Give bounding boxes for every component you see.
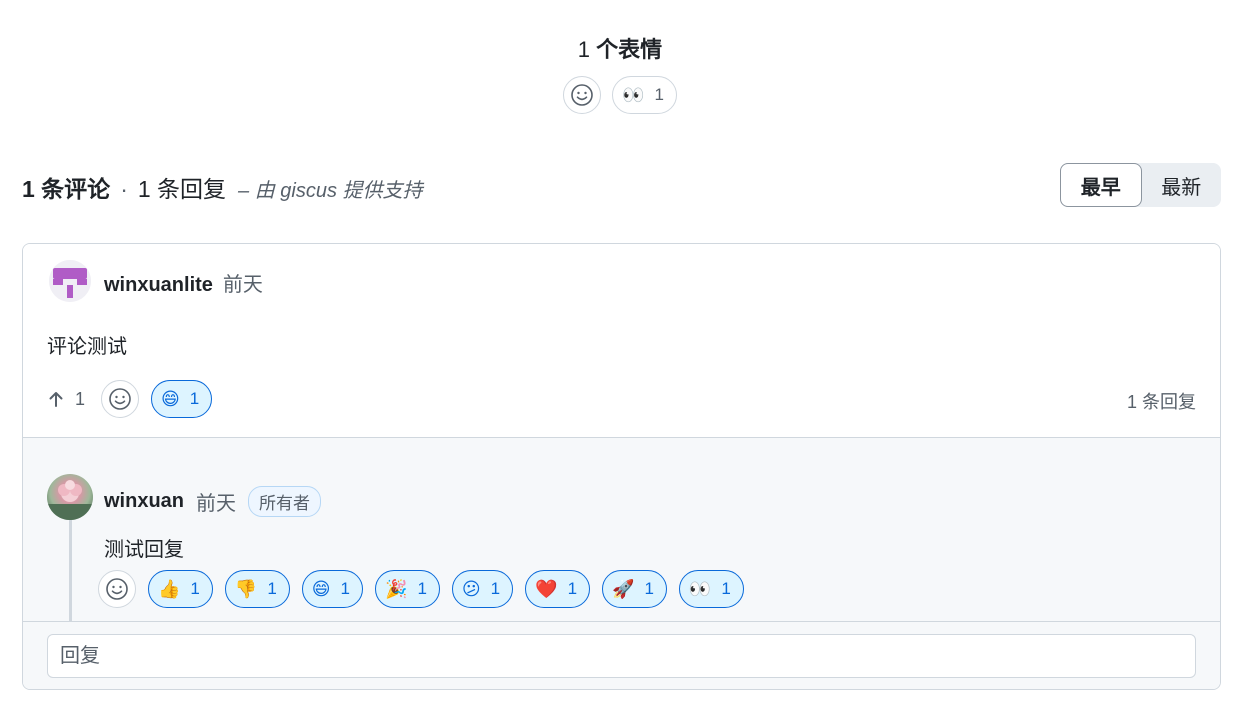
grin-icon: 😄 xyxy=(311,579,331,599)
comment-time[interactable]: 前天 xyxy=(223,274,263,296)
reaction-confused-button[interactable]: 😕 1 xyxy=(451,570,514,608)
comment-author-row: winxuanlite 前天 xyxy=(104,268,263,297)
sort-oldest-button[interactable]: 最早 xyxy=(1060,163,1142,207)
smiley-icon xyxy=(109,388,131,410)
reply-count-link[interactable]: 1 条回复 xyxy=(1127,388,1196,414)
reaction-grin-button[interactable]: 😄 1 xyxy=(151,380,213,418)
arrow-up-icon xyxy=(49,392,63,407)
reactions-count: 1 xyxy=(577,37,591,62)
reactions-header: 1 个表情 xyxy=(0,32,1240,64)
eyes-icon: 👀 xyxy=(688,579,712,599)
separator-dot: · xyxy=(120,176,128,202)
avatar[interactable] xyxy=(49,260,91,302)
reply-section: winxuan 前天 所有者 测试回复 👍 1 👎 1 😄 1 🎉 1 😕 1 ❤️ 1 🚀… xyxy=(23,437,1220,622)
reaction-count: 1 xyxy=(490,579,501,598)
reply-box xyxy=(23,621,1220,689)
author-name[interactable]: winxuan xyxy=(104,490,184,513)
add-reaction-button[interactable] xyxy=(98,570,136,608)
smiley-icon xyxy=(106,578,128,600)
reaction-count: 1 xyxy=(340,579,351,598)
reply-count-total: 1 条回复 xyxy=(137,176,227,202)
thread-line xyxy=(69,510,72,622)
add-reaction-button[interactable] xyxy=(101,380,140,418)
thumbs-down-icon: 👎 xyxy=(234,579,258,599)
reply-input[interactable] xyxy=(47,634,1196,678)
confused-icon: 😕 xyxy=(461,579,481,599)
reaction-count: 1 xyxy=(190,579,200,598)
reply-reaction-bar: 👍 1 👎 1 😄 1 🎉 1 😕 1 ❤️ 1 🚀 1 👀 1 xyxy=(98,570,744,608)
sort-newest-button[interactable]: 最新 xyxy=(1142,163,1222,207)
author-name[interactable]: winxuanlite xyxy=(104,274,213,296)
reaction-count: 1 xyxy=(267,579,277,598)
heart-icon: ❤️ xyxy=(535,579,558,599)
reaction-count: 1 xyxy=(721,579,731,598)
reply-author-row: winxuan 前天 所有者 xyxy=(104,486,322,517)
reaction-eyes-button[interactable]: 👀 1 xyxy=(612,76,677,114)
identicon-icon xyxy=(49,260,91,302)
reaction-rocket-button[interactable]: 🚀 1 xyxy=(602,570,667,608)
party-popper-icon: 🎉 xyxy=(385,579,408,599)
reaction-count: 1 xyxy=(644,579,654,598)
upvote-button[interactable]: 1 xyxy=(47,389,85,410)
sort-toggle: 最早 最新 xyxy=(1060,163,1221,207)
reaction-grin-button[interactable]: 😄 1 xyxy=(301,570,364,608)
top-reaction-bar: 👀 1 xyxy=(0,76,1240,114)
comment-body: 评论测试 xyxy=(47,336,127,358)
eyes-icon: 👀 xyxy=(622,85,645,105)
rocket-icon: 🚀 xyxy=(612,579,635,599)
thumbs-up-icon: 👍 xyxy=(158,579,181,599)
reaction-heart-button[interactable]: ❤️ 1 xyxy=(525,570,591,608)
smiley-icon xyxy=(571,84,593,106)
reaction-party-button[interactable]: 🎉 1 xyxy=(375,570,440,608)
reply-body: 测试回复 xyxy=(104,539,184,561)
reaction-thumbs-up-button[interactable]: 👍 1 xyxy=(148,570,213,608)
reaction-count: 1 xyxy=(567,579,578,598)
flower-avatar-icon xyxy=(47,480,93,520)
comment: winxuanlite 前天 评论测试 1 😄 1 1 条回复 xyxy=(23,244,1220,437)
avatar[interactable] xyxy=(47,474,93,520)
owner-badge: 所有者 xyxy=(248,486,322,517)
reaction-count: 1 xyxy=(189,389,200,408)
powered-by-link[interactable]: – 由 giscus 提供支持 xyxy=(238,174,422,203)
reaction-eyes-button[interactable]: 👀 1 xyxy=(678,570,744,608)
upvote-count: 1 xyxy=(75,388,86,409)
comment-toolbar: 1 😄 1 xyxy=(47,380,213,418)
add-reaction-button[interactable] xyxy=(563,76,602,114)
reactions-label: 个表情 xyxy=(596,37,663,62)
comment-card: winxuanlite 前天 评论测试 1 😄 1 1 条回复 winxuan … xyxy=(22,243,1221,690)
discussion-summary: 1 条评论 · 1 条回复 – 由 giscus 提供支持 xyxy=(22,170,423,204)
reaction-count: 1 xyxy=(654,85,664,104)
reaction-thumbs-down-button[interactable]: 👎 1 xyxy=(224,570,290,608)
comment-count: 1 条评论 xyxy=(22,176,111,202)
grin-icon: 😄 xyxy=(161,389,180,409)
reply-time[interactable]: 前天 xyxy=(196,487,236,516)
reaction-count: 1 xyxy=(417,579,427,598)
